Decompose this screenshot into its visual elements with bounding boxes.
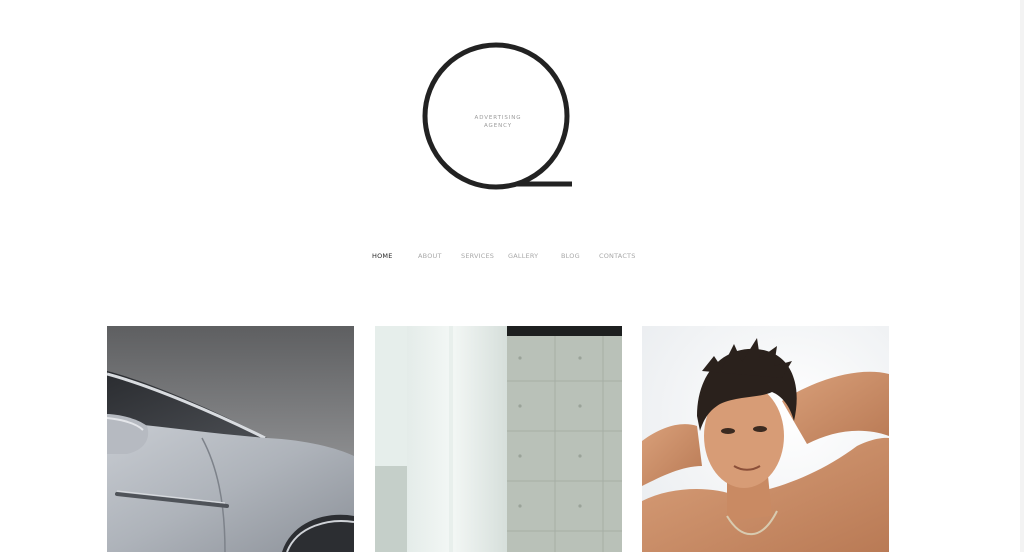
nav-item-blog[interactable]: BLOG <box>561 252 580 260</box>
main-nav: HOME ABOUT SERVICES GALLERY BLOG CONTACT… <box>0 252 1024 264</box>
gallery-tile-portrait[interactable] <box>642 326 889 552</box>
nav-item-about[interactable]: ABOUT <box>418 252 442 260</box>
gallery-tile-architecture[interactable] <box>375 326 622 552</box>
logo-tagline-line1: ADVERTISING <box>474 115 522 121</box>
scrollbar-track[interactable] <box>1020 0 1024 552</box>
nav-item-gallery[interactable]: GALLERY <box>508 252 538 260</box>
car-image <box>107 326 354 552</box>
architecture-image <box>375 326 622 552</box>
nav-item-home[interactable]: HOME <box>372 252 393 260</box>
page: ADVERTISING AGENCY HOME ABOUT SERVICES G… <box>0 0 1024 552</box>
nav-item-contacts[interactable]: CONTACTS <box>599 252 636 260</box>
portrait-image <box>642 326 889 552</box>
logo-tagline: ADVERTISING AGENCY <box>448 114 548 130</box>
logo-tagline-line2: AGENCY <box>483 123 513 129</box>
nav-item-services[interactable]: SERVICES <box>461 252 494 260</box>
gallery-tile-car[interactable] <box>107 326 354 552</box>
